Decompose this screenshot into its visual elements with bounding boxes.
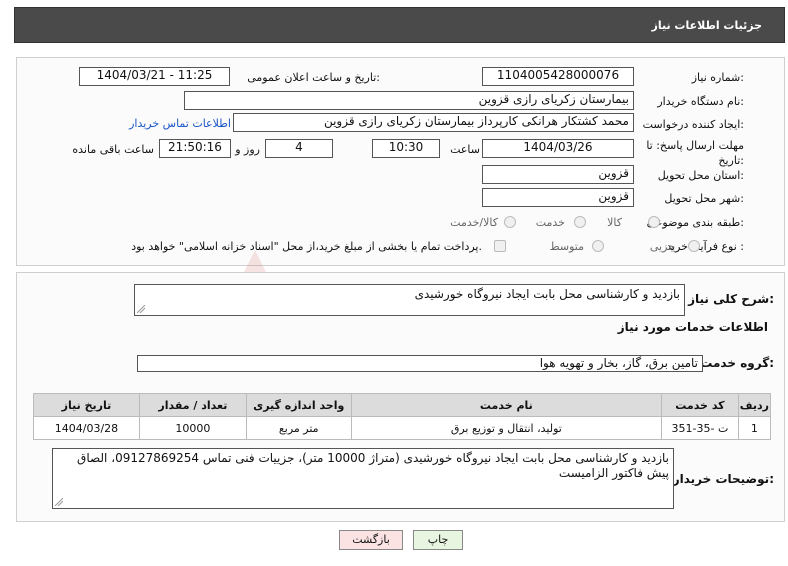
remaining-time-field: 21:50:16 [159, 139, 231, 158]
city-label: شهر محل تحویل: [664, 192, 744, 205]
province-field: قزوین [482, 165, 634, 184]
deadline-date-field: 1404/03/26 [482, 139, 634, 158]
services-table-header: ردیف کد خدمت نام خدمت واحد اندازه گیری ت… [33, 393, 772, 417]
deadline-label: مهلت ارسال پاسخ: تا تاریخ: [646, 139, 744, 167]
days-field: 4 [265, 139, 333, 158]
cell-qty: 10000 [138, 416, 247, 440]
deadline-time-label: ساعت [450, 143, 480, 156]
category-radio-service[interactable] [574, 216, 586, 228]
cell-name: تولید، انتقال و توزیع برق [350, 416, 663, 440]
remaining-label: ساعت باقی مانده [72, 143, 154, 156]
province-label: استان محل تحویل: [657, 169, 744, 182]
col-name: نام خدمت [350, 393, 663, 417]
category-label: طبقه بندی موضوعی: [646, 216, 744, 229]
process-label: نوع فرآیند خرید : [666, 240, 744, 253]
treasury-payment-checkbox[interactable] [494, 240, 506, 252]
category-option-goods-service: کالا/خدمت [450, 216, 498, 229]
page-title: جزئیات اطلاعات نیاز [651, 19, 763, 32]
process-option-minor: جزیی [649, 240, 675, 253]
category-radio-goods[interactable] [648, 216, 660, 228]
city-field: قزوین [482, 188, 634, 207]
col-row: ردیف [737, 393, 772, 417]
buyer-label: نام دستگاه خریدار: [657, 95, 744, 108]
back-button[interactable]: بازگشت [339, 530, 403, 550]
page-header: جزئیات اطلاعات نیاز [14, 7, 785, 43]
notes-text: بازدید و کارشناسی محل بابت ایجاد نیروگاه… [77, 451, 669, 480]
treasury-payment-note: پرداخت تمام یا بخشی از مبلغ خرید،از محل … [131, 240, 482, 253]
summary-textarea[interactable]: بازدید و کارشناسی محل بابت ایجاد نیروگاه… [134, 284, 685, 316]
cell-code: ت -35-351 [661, 416, 739, 440]
cell-unit: متر مربع [245, 416, 352, 440]
deadline-time-field: 10:30 [372, 139, 440, 158]
notes-label: توضیحات خریدار: [672, 472, 774, 486]
service-group-label: گروه خدمت: [700, 356, 774, 370]
cell-row: 1 [737, 416, 772, 440]
notes-textarea[interactable]: بازدید و کارشناسی محل بابت ایجاد نیروگاه… [52, 448, 674, 509]
category-option-service: خدمت [535, 216, 565, 229]
announce-field: 1404/03/21 - 11:25 [79, 67, 230, 86]
col-date: تاریخ نیاز [33, 393, 140, 417]
summary-label: شرح کلی نیاز: [688, 292, 774, 306]
table-row: 1 ت -35-351 تولید، انتقال و توزیع برق مت… [33, 416, 772, 440]
creator-label: ایجاد کننده درخواست: [642, 118, 744, 131]
col-code: کد خدمت [661, 393, 739, 417]
process-radio-minor[interactable] [688, 240, 700, 252]
services-title: اطلاعات خدمات مورد نیاز [617, 320, 768, 334]
summary-text: بازدید و کارشناسی محل بابت ایجاد نیروگاه… [414, 287, 680, 301]
need-number-label: شماره نیاز: [691, 71, 744, 84]
buyer-field: بیمارستان زکریای رازی قزوین [184, 91, 634, 110]
print-button[interactable]: چاپ [413, 530, 463, 550]
category-option-goods: کالا [607, 216, 622, 229]
service-group-field: تامین برق، گاز، بخار و تهویه هوا [137, 355, 703, 372]
cell-date: 1404/03/28 [33, 416, 140, 440]
col-unit: واحد اندازه گیری [245, 393, 352, 417]
resize-grip-icon[interactable] [137, 305, 145, 313]
process-radio-medium[interactable] [592, 240, 604, 252]
category-radio-goods-service[interactable] [504, 216, 516, 228]
process-option-medium: متوسط [549, 240, 584, 253]
contact-buyer-link[interactable]: اطلاعات تماس خریدار [129, 117, 231, 130]
announce-label: تاریخ و ساعت اعلان عمومی: [247, 71, 380, 84]
services-table: ردیف کد خدمت نام خدمت واحد اندازه گیری ت… [33, 393, 772, 440]
col-qty: تعداد / مقدار [138, 393, 247, 417]
resize-grip-icon[interactable] [55, 498, 63, 506]
need-number-field: 1104005428000076 [482, 67, 634, 86]
creator-field: محمد کشتکار هرانکی کارپرداز بیمارستان زک… [233, 113, 634, 132]
days-label: روز و [235, 143, 260, 156]
